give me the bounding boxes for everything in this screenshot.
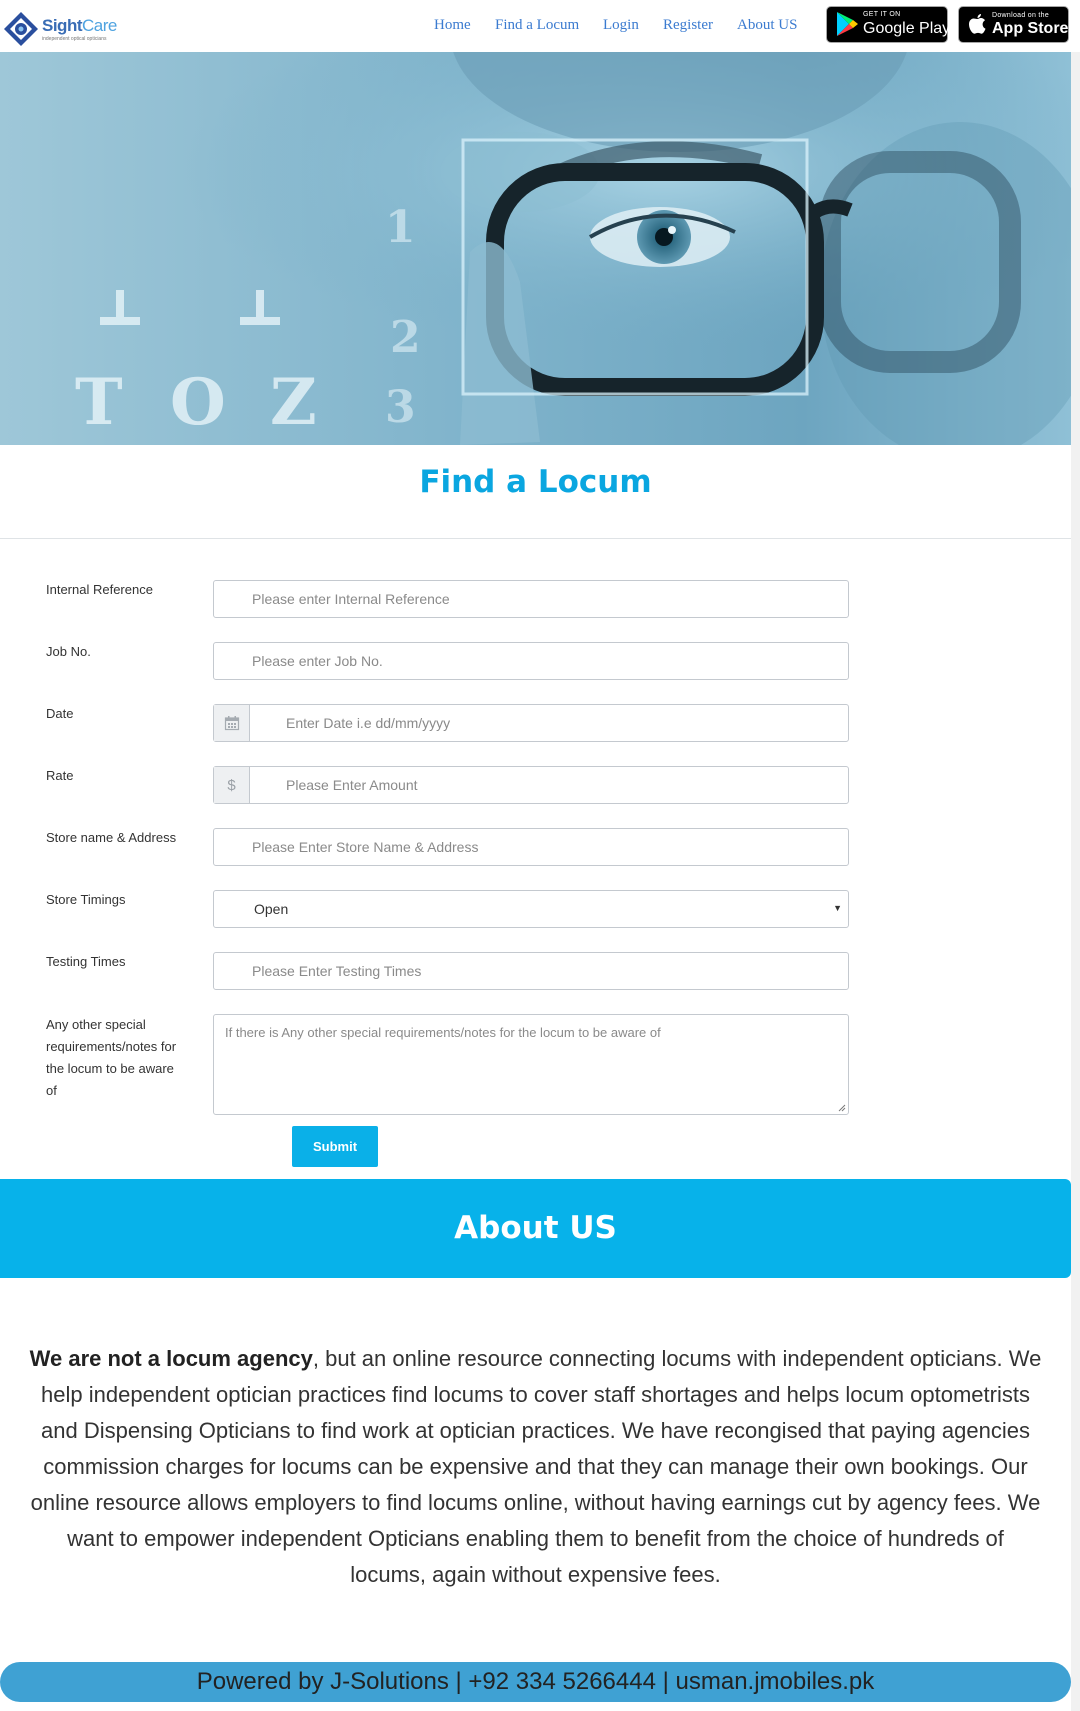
testing-times-input[interactable]	[214, 953, 848, 989]
testing-times-label: Testing Times	[46, 954, 126, 969]
about-body: , but an online resource connecting locu…	[30, 1346, 1042, 1587]
about-paragraph: We are not a locum agency, but an online…	[28, 1341, 1043, 1593]
top-navbar: SightCare independent optical opticians …	[0, 0, 1080, 52]
notes-label: Any other special requirements/notes for…	[46, 1017, 177, 1098]
store-timings-label: Store Timings	[46, 892, 126, 907]
store-timings-field[interactable]: Open ▼	[213, 890, 849, 928]
hero-banner: T O Z 1 2 3	[0, 52, 1071, 445]
google-play-badge[interactable]: GET IT ON Google Play	[826, 6, 951, 43]
google-play-big-text: Google Play	[863, 20, 951, 37]
testing-times-field[interactable]	[213, 952, 849, 990]
rate-input[interactable]	[214, 767, 848, 803]
about-lead: We are not a locum agency	[29, 1346, 313, 1371]
submit-button[interactable]: Submit	[292, 1126, 378, 1167]
about-title: About US	[454, 1210, 617, 1246]
internal-reference-label: Internal Reference	[46, 582, 153, 597]
dollar-icon: $	[214, 767, 250, 803]
nav-find-locum[interactable]: Find a Locum	[495, 17, 579, 34]
job-no-field[interactable]	[213, 642, 849, 680]
notes-textarea[interactable]	[214, 1015, 848, 1114]
section-divider	[0, 538, 1071, 539]
page-scrollbar[interactable]	[1071, 52, 1080, 1711]
nav-login[interactable]: Login	[603, 17, 639, 34]
rate-label: Rate	[46, 768, 74, 783]
eye-chart-number-3: 3	[385, 382, 416, 433]
app-store-small-text: Download on the	[992, 12, 1050, 19]
apple-icon	[969, 14, 986, 34]
nav-home[interactable]: Home	[434, 17, 471, 34]
job-no-label: Job No.	[46, 644, 91, 659]
internal-reference-input[interactable]	[214, 581, 848, 617]
logo-wordmark: SightCare	[42, 16, 117, 35]
resize-grip-icon[interactable]	[838, 1104, 846, 1112]
eye-chart-letter-t: T	[75, 365, 123, 440]
eye-diamond-icon	[4, 12, 38, 46]
store-input[interactable]	[214, 829, 848, 865]
store-field[interactable]	[213, 828, 849, 866]
eye-chart-letter-o: O	[170, 365, 226, 440]
notes-field[interactable]	[213, 1014, 849, 1115]
calendar-icon[interactable]	[214, 705, 250, 741]
eye-chart-number-1: 1	[385, 202, 416, 253]
store-label: Store name & Address	[46, 830, 177, 845]
hero-image: T O Z 1 2 3	[0, 52, 1071, 445]
date-input[interactable]	[214, 705, 848, 741]
date-label: Date	[46, 706, 74, 721]
app-store-big-text: App Store	[992, 20, 1069, 37]
google-play-icon	[837, 12, 858, 36]
internal-reference-field[interactable]	[213, 580, 849, 618]
sightcare-logo[interactable]: SightCare independent optical opticians	[2, 2, 117, 50]
store-timings-select[interactable]: Open	[214, 891, 848, 927]
rate-field[interactable]: $	[213, 766, 849, 804]
footer-bar: Powered by J-Solutions | +92 334 5266444…	[0, 1662, 1071, 1702]
job-no-input[interactable]	[214, 643, 848, 679]
eye-chart-letter-z: Z	[270, 365, 317, 440]
nav-register[interactable]: Register	[663, 17, 713, 34]
eye-chart-number-2: 2	[390, 312, 421, 363]
nav-about[interactable]: About US	[737, 17, 797, 34]
date-field[interactable]	[213, 704, 849, 742]
app-store-badge[interactable]: Download on the App Store	[958, 6, 1069, 43]
google-play-small-text: GET IT ON	[863, 11, 901, 18]
logo-tagline: independent optical opticians	[42, 36, 107, 42]
find-locum-title: Find a Locum	[419, 464, 652, 500]
